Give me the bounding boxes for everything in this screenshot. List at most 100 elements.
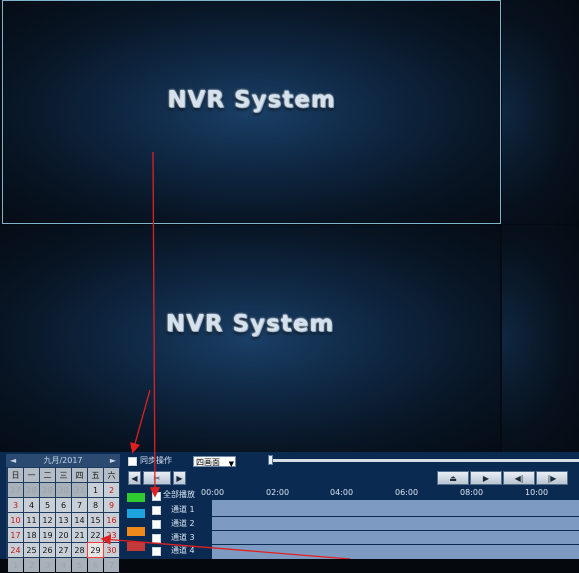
- scissors-icon: ✂: [153, 473, 161, 483]
- channel-3-checkbox[interactable]: [152, 534, 161, 543]
- time-slider-thumb[interactable]: [268, 455, 273, 465]
- calendar-day[interactable]: 23: [104, 528, 119, 542]
- calendar-weekday: 日: [8, 468, 23, 482]
- calendar-day[interactable]: 17: [8, 528, 23, 542]
- calendar-day[interactable]: 24: [8, 543, 23, 557]
- channel-2-color-swatch: [127, 509, 145, 518]
- calendar-day[interactable]: 2: [104, 483, 119, 497]
- calendar-day[interactable]: 29: [40, 483, 55, 497]
- prev-month-button[interactable]: ◄: [10, 456, 16, 465]
- calendar-day[interactable]: 1: [8, 558, 23, 572]
- timeline-tick: 02:00: [266, 488, 290, 497]
- calendar-day[interactable]: 9: [104, 498, 119, 512]
- calendar-day[interactable]: 20: [56, 528, 71, 542]
- video-pane-2[interactable]: [502, 0, 579, 224]
- play-icon: ▶: [482, 473, 490, 483]
- channel-3-label: 通道 3: [171, 533, 195, 542]
- video-pane-1[interactable]: NVR System: [2, 0, 501, 224]
- channel-2-label: 通道 2: [171, 519, 195, 528]
- all-channels-checkbox[interactable]: [152, 492, 161, 501]
- calendar-day[interactable]: 7: [72, 498, 87, 512]
- calendar-day[interactable]: 18: [24, 528, 39, 542]
- calendar-day[interactable]: 29: [87, 542, 104, 558]
- next-month-button[interactable]: ►: [110, 456, 116, 465]
- calendar-day[interactable]: 13: [56, 513, 71, 527]
- calendar-day[interactable]: 5: [72, 558, 87, 572]
- date-calendar: ◄ 九月/2017 ► 日一二三四五六 27 28 29 30 31 1 2 3 4 5 6 7 8 9 10…: [6, 454, 120, 572]
- chevron-down-icon: ▼: [228, 460, 234, 468]
- calendar-day[interactable]: 27: [8, 483, 23, 497]
- video-pane-4[interactable]: [502, 225, 579, 452]
- step-back-icon: ◀|: [514, 473, 524, 483]
- eject-icon: ⏏: [449, 473, 457, 483]
- channel-1-label: 通道 1: [171, 505, 195, 514]
- calendar-day[interactable]: 2: [24, 558, 39, 572]
- arrow-right-icon: ▶: [176, 473, 183, 483]
- channel-4-checkbox[interactable]: [152, 547, 161, 556]
- calendar-day[interactable]: 11: [24, 513, 39, 527]
- time-slider-track[interactable]: [268, 459, 579, 462]
- calendar-day[interactable]: 5: [40, 498, 55, 512]
- arrow-left-icon: ◀: [131, 473, 138, 483]
- channel-4-label: 通道 4: [171, 546, 195, 555]
- nav-cut-button[interactable]: ✂: [143, 471, 171, 485]
- calendar-day[interactable]: 14: [72, 513, 87, 527]
- channel-4-color-swatch: [127, 542, 145, 551]
- calendar-day[interactable]: 4: [56, 558, 71, 572]
- calendar-day[interactable]: 31: [72, 483, 87, 497]
- calendar-day[interactable]: 19: [40, 528, 55, 542]
- track-divider: [122, 530, 579, 531]
- timeline-tick: 08:00: [460, 488, 484, 497]
- eject-button[interactable]: ⏏: [437, 471, 469, 485]
- timeline-tick: 04:00: [330, 488, 354, 497]
- calendar-day[interactable]: 3: [8, 498, 23, 512]
- view-layout-value: 四画面: [196, 458, 220, 467]
- calendar-day[interactable]: 16: [104, 513, 119, 527]
- calendar-weekday: 三: [56, 468, 71, 482]
- calendar-day[interactable]: 22: [88, 528, 103, 542]
- calendar-day[interactable]: 26: [40, 543, 55, 557]
- calendar-weekday: 六: [104, 468, 119, 482]
- next-frame-button[interactable]: |▶: [536, 471, 568, 485]
- play-button[interactable]: ▶: [470, 471, 502, 485]
- calendar-day[interactable]: 30: [56, 483, 71, 497]
- calendar-day[interactable]: 8: [88, 498, 103, 512]
- channel-3-color-swatch: [127, 527, 145, 536]
- calendar-day[interactable]: 6: [88, 558, 103, 572]
- step-forward-icon: |▶: [547, 473, 557, 483]
- calendar-weekday: 五: [88, 468, 103, 482]
- track-divider: [122, 544, 579, 545]
- calendar-day[interactable]: 10: [8, 513, 23, 527]
- calendar-day[interactable]: 30: [104, 543, 119, 557]
- channel-1-checkbox[interactable]: [152, 506, 161, 515]
- calendar-weekday: 四: [72, 468, 87, 482]
- nav-next-button[interactable]: ▶: [173, 471, 186, 485]
- calendar-day[interactable]: 12: [40, 513, 55, 527]
- calendar-day[interactable]: 27: [56, 543, 71, 557]
- calendar-day[interactable]: 25: [24, 543, 39, 557]
- all-channels-label: 全部播放: [163, 490, 195, 499]
- calendar-weekday: 二: [40, 468, 55, 482]
- calendar-month-label: 九月/2017: [43, 456, 83, 465]
- channel-2-checkbox[interactable]: [152, 520, 161, 529]
- sync-operation-checkbox[interactable]: [128, 457, 137, 466]
- view-layout-select[interactable]: 四画面 ▼: [193, 456, 236, 468]
- calendar-day[interactable]: 4: [24, 498, 39, 512]
- calendar-day[interactable]: 3: [40, 558, 55, 572]
- track-divider: [122, 516, 579, 517]
- calendar-day[interactable]: 1: [88, 483, 103, 497]
- channel-1-color-swatch: [127, 493, 145, 502]
- calendar-day[interactable]: 28: [24, 483, 39, 497]
- calendar-day[interactable]: 21: [72, 528, 87, 542]
- prev-frame-button[interactable]: ◀|: [503, 471, 535, 485]
- calendar-day[interactable]: 6: [56, 498, 71, 512]
- nav-prev-button[interactable]: ◀: [128, 471, 141, 485]
- pane-logo-text: NVR System: [167, 87, 336, 113]
- video-viewport: NVR System NVR System: [0, 0, 579, 452]
- calendar-header: ◄ 九月/2017 ►: [6, 454, 120, 467]
- calendar-day[interactable]: 7: [104, 558, 119, 572]
- video-pane-3[interactable]: NVR System: [0, 225, 500, 452]
- calendar-day[interactable]: 15: [88, 513, 103, 527]
- timeline-tick: 06:00: [395, 488, 419, 497]
- calendar-day[interactable]: 28: [72, 543, 87, 557]
